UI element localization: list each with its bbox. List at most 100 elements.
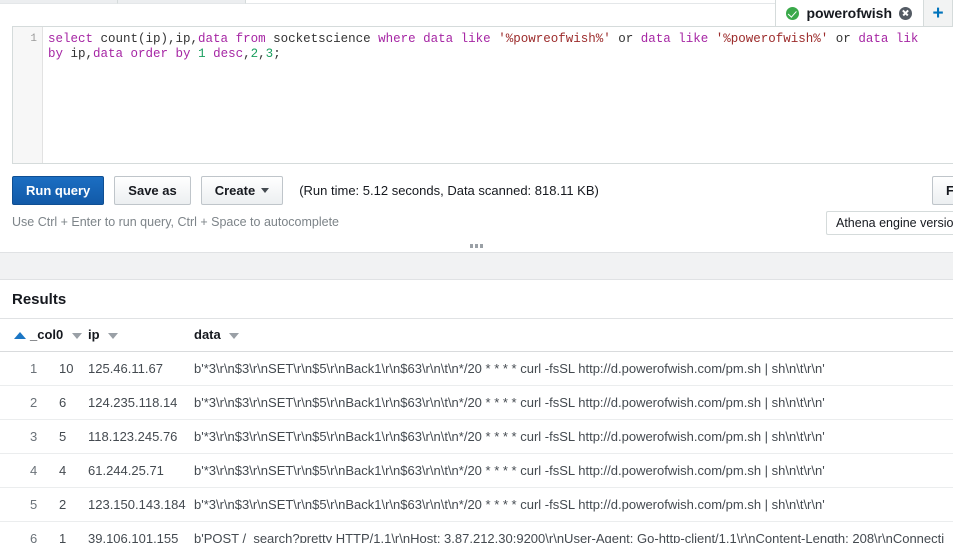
cell-data: b'*3\r\n$3\r\nSET\r\n$5\r\nBack1\r\n$63\… <box>194 488 953 522</box>
query-tab-label: powerofwish <box>806 5 892 21</box>
sql-token-id: , <box>243 47 251 61</box>
sql-token-id: , <box>258 47 266 61</box>
cell-col0: 2 <box>59 488 88 522</box>
row-spacer <box>0 420 30 454</box>
row-spacer <box>0 386 30 420</box>
results-table-body: 110125.46.11.67b'*3\r\n$3\r\nSET\r\n$5\r… <box>0 352 953 543</box>
sql-token-kw: data lik <box>858 32 918 46</box>
column-header-col0[interactable]: _col0 <box>30 319 88 352</box>
panel-splitter-handle[interactable] <box>0 240 953 252</box>
sql-token-str: '%powreofwish%' <box>498 32 611 46</box>
cell-data: b'*3\r\n$3\r\nSET\r\n$5\r\nBack1\r\n$63\… <box>194 386 953 420</box>
column-header-data[interactable]: data <box>194 319 953 352</box>
cell-col0: 5 <box>59 420 88 454</box>
table-row[interactable]: 26124.235.118.14b'*3\r\n$3\r\nSET\r\n$5\… <box>0 386 953 420</box>
panel-divider <box>0 252 953 280</box>
sql-token-str: '%powerofwish%' <box>716 32 829 46</box>
column-header-ip[interactable]: ip <box>88 319 194 352</box>
sql-token-kw: data order by <box>93 47 191 61</box>
cell-data-text: b'*3\r\n$3\r\nSET\r\n$5\r\nBack1\r\n$63\… <box>194 463 953 478</box>
results-heading: Results <box>0 281 953 318</box>
sql-token-id <box>191 47 199 61</box>
close-icon[interactable] <box>899 7 912 20</box>
cell-data: b'*3\r\n$3\r\nSET\r\n$5\r\nBack1\r\n$63\… <box>194 420 953 454</box>
sql-token-kw: desc <box>213 47 243 61</box>
toolbar-right-group: F <box>932 176 953 205</box>
sql-token-num: 1 <box>198 47 206 61</box>
tab-bar-spacer <box>246 0 775 4</box>
row-spacer <box>0 352 30 386</box>
sql-token-kw: data like <box>423 32 491 46</box>
sort-indicator-header[interactable] <box>0 319 30 352</box>
cell-data: b'*3\r\n$3\r\nSET\r\n$5\r\nBack1\r\n$63\… <box>194 352 953 386</box>
results-header-row: _col0 ip data <box>0 319 953 352</box>
row-index: 4 <box>30 454 59 488</box>
results-table: _col0 ip data 110125.46.11.67b'*3\r\n$3\… <box>0 318 953 543</box>
run-query-button[interactable]: Run query <box>12 176 104 205</box>
sql-token-id: socketscience <box>266 32 379 46</box>
cell-data-text: b'*3\r\n$3\r\nSET\r\n$5\r\nBack1\r\n$63\… <box>194 361 953 376</box>
sql-token-kw: data <box>198 32 228 46</box>
athena-engine-version-pill[interactable]: Athena engine version <box>826 211 953 235</box>
table-row[interactable]: 52123.150.143.184b'*3\r\n$3\r\nSET\r\n$5… <box>0 488 953 522</box>
cell-ip: 125.46.11.67 <box>88 352 194 386</box>
cell-ip: 123.150.143.184 <box>88 488 194 522</box>
sql-token-kw: data like <box>641 32 709 46</box>
sql-token-kw: from <box>236 32 266 46</box>
table-row[interactable]: 6139.106.101.155b'POST /_search?pretty H… <box>0 522 953 543</box>
row-spacer <box>0 522 30 543</box>
sql-token-id: ip, <box>63 47 93 61</box>
table-row[interactable]: 110125.46.11.67b'*3\r\n$3\r\nSET\r\n$5\r… <box>0 352 953 386</box>
cell-data-text: b'POST /_search?pretty HTTP/1.1\r\nHost:… <box>194 531 953 543</box>
cell-col0: 1 <box>59 522 88 543</box>
cell-data-text: b'*3\r\n$3\r\nSET\r\n$5\r\nBack1\r\n$63\… <box>194 429 953 444</box>
check-circle-icon <box>786 7 799 20</box>
cell-ip: 124.235.118.14 <box>88 386 194 420</box>
sql-token-id <box>206 47 214 61</box>
row-index: 6 <box>30 522 59 543</box>
cell-col0: 4 <box>59 454 88 488</box>
save-as-button[interactable]: Save as <box>114 176 190 205</box>
sql-token-kw: select <box>48 32 93 46</box>
row-index: 3 <box>30 420 59 454</box>
row-index: 2 <box>30 386 59 420</box>
editor-line-number: 1 <box>13 32 42 47</box>
cell-col0: 10 <box>59 352 88 386</box>
cell-data-text: b'*3\r\n$3\r\nSET\r\n$5\r\nBack1\r\n$63\… <box>194 395 953 410</box>
row-index: 1 <box>30 352 59 386</box>
table-row[interactable]: 35118.123.245.76b'*3\r\n$3\r\nSET\r\n$5\… <box>0 420 953 454</box>
chevron-down-icon[interactable] <box>108 333 118 339</box>
sql-token-id: ; <box>273 47 281 61</box>
query-tab-inactive-2[interactable] <box>118 0 246 4</box>
run-statistics: (Run time: 5.12 seconds, Data scanned: 8… <box>299 183 599 198</box>
query-tab-active[interactable]: powerofwish <box>775 0 924 26</box>
cell-col0: 6 <box>59 386 88 420</box>
create-dropdown-button[interactable]: Create <box>201 176 283 205</box>
athena-query-editor: powerofwish + 1 select count(ip),ip,data… <box>0 0 953 543</box>
chevron-down-icon[interactable] <box>72 333 82 339</box>
query-tab-inactive-1[interactable] <box>0 0 118 4</box>
grip-dots-icon <box>470 244 483 248</box>
sql-query-text[interactable]: select count(ip),ip,data from socketscie… <box>43 27 953 163</box>
sql-token-id: or <box>611 32 641 46</box>
sql-token-id <box>228 32 236 46</box>
column-header-ip-label: ip <box>88 327 100 342</box>
chevron-down-icon[interactable] <box>229 333 239 339</box>
results-panel: Results _col0 ip data <box>0 281 953 543</box>
sql-token-id: or <box>828 32 858 46</box>
table-row[interactable]: 4461.244.25.71b'*3\r\n$3\r\nSET\r\n$5\r\… <box>0 454 953 488</box>
sql-token-id <box>708 32 716 46</box>
add-tab-button[interactable]: + <box>924 0 953 26</box>
row-spacer <box>0 488 30 522</box>
sql-editor[interactable]: 1 select count(ip),ip,data from socketsc… <box>12 26 953 164</box>
column-header-col0-label: _col0 <box>30 327 63 342</box>
cell-data-text: b'*3\r\n$3\r\nSET\r\n$5\r\nBack1\r\n$63\… <box>194 497 953 512</box>
create-label: Create <box>215 183 255 198</box>
sql-token-id: count(ip),ip, <box>93 32 198 46</box>
cell-ip: 61.244.25.71 <box>88 454 194 488</box>
query-tab-bar: powerofwish + <box>0 0 953 26</box>
sql-token-kw: where <box>378 32 416 46</box>
cell-ip: 118.123.245.76 <box>88 420 194 454</box>
sort-ascending-icon <box>14 332 26 339</box>
format-query-button[interactable]: F <box>932 176 953 205</box>
